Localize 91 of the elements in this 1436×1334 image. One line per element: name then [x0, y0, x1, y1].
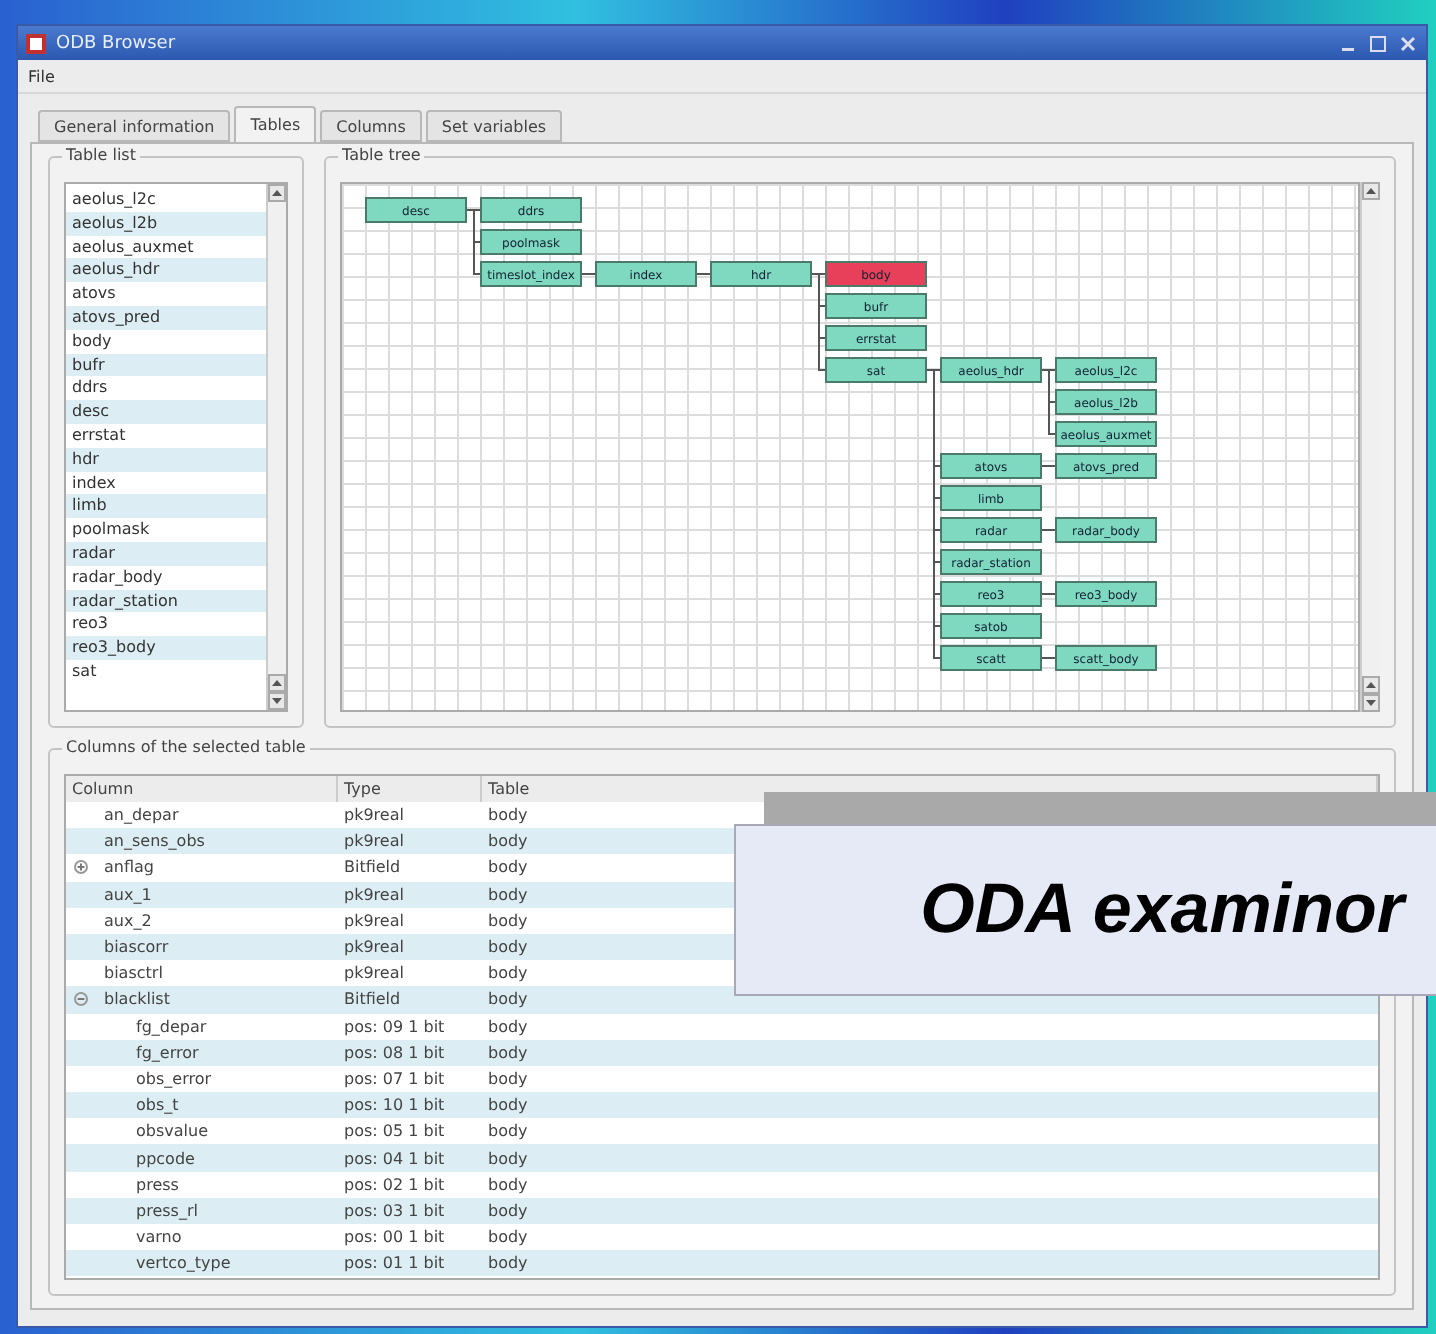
- table-cell-text: obsvalue: [136, 1120, 208, 1145]
- table-cell-text: press_rl: [136, 1199, 198, 1224]
- table-cell-text: body: [488, 883, 528, 908]
- tab[interactable]: Set variables: [425, 110, 563, 142]
- table-cell-text: body: [488, 1120, 528, 1145]
- table-cell-text: pos: 02 1 bit: [344, 1173, 445, 1198]
- scroll-down-icon[interactable]: [268, 692, 286, 710]
- table-cell-text: fg_depar: [136, 1015, 207, 1040]
- list-item[interactable]: aeolus_auxmet: [66, 235, 266, 259]
- table-cell-text: pos: 07 1 bit: [344, 1067, 445, 1092]
- table-cell-text: body: [488, 962, 528, 987]
- table-cell-text: pk9real: [344, 962, 404, 987]
- table-cell-text: pk9real: [344, 804, 404, 829]
- table-cell-text: pos: 10 1 bit: [344, 1094, 445, 1119]
- table-cell-text: pos: 05 1 bit: [344, 1120, 445, 1145]
- table-cell-text: pos: 00 1 bit: [344, 1226, 445, 1251]
- table-cell-text: an_depar: [104, 804, 179, 829]
- column-header[interactable]: Column: [66, 776, 338, 804]
- list-item[interactable]: radar_station: [66, 589, 266, 613]
- group-title: Table list: [62, 146, 140, 164]
- table-cell-text: aux_2: [104, 909, 152, 934]
- table-cell-text: pos: 01 1 bit: [344, 1252, 445, 1277]
- table-cell-text: pk9real: [344, 883, 404, 908]
- scroll-up-icon[interactable]: [268, 184, 286, 202]
- table-cell-text: pos: 04 1 bit: [344, 1147, 445, 1172]
- table-cell-text: body: [488, 1173, 528, 1198]
- table-cell-text: varno: [136, 1226, 182, 1251]
- close-icon[interactable]: [1398, 33, 1418, 53]
- table-cell-text: body: [488, 988, 528, 1013]
- scroll-up-icon[interactable]: [268, 674, 286, 692]
- table-cell-text: body: [488, 1067, 528, 1092]
- list-item[interactable]: aeolus_l2b: [66, 211, 266, 236]
- list-item[interactable]: bufr: [66, 353, 266, 377]
- table-cell-text: vertco_type: [136, 1252, 231, 1277]
- table-cell-text: body: [488, 1199, 528, 1224]
- scroll-up-icon[interactable]: [1362, 676, 1380, 694]
- scroll-up-icon[interactable]: [1362, 182, 1380, 200]
- table-cell-text: body: [488, 936, 528, 961]
- table-cell-text: body: [488, 1094, 528, 1119]
- list-item[interactable]: desc: [66, 400, 266, 424]
- scroll-down-icon[interactable]: [1362, 694, 1380, 712]
- table-cell-text: pos: 09 1 bit: [344, 1015, 445, 1040]
- list-item[interactable]: reo3_body: [66, 636, 266, 660]
- table-cell-text: pk9real: [344, 830, 404, 855]
- table-cell-text: Bitfield: [344, 988, 401, 1013]
- app-icon: [26, 33, 46, 53]
- tab[interactable]: Columns: [320, 110, 422, 142]
- table-cell-text: body: [488, 1015, 528, 1040]
- column-header[interactable]: Type: [338, 776, 482, 804]
- table-cell-text: body: [488, 1226, 528, 1251]
- table-cell-text: aux_1: [104, 883, 152, 908]
- table-cell-text: fg_error: [136, 1041, 199, 1066]
- table-cell-text: body: [488, 1252, 528, 1277]
- list-item[interactable]: atovs_pred: [66, 305, 266, 330]
- menu-item[interactable]: File: [28, 67, 55, 85]
- table-cell-text: body: [488, 1147, 528, 1172]
- caption-text: ODA examinor: [920, 870, 1404, 950]
- table-cell-text: body: [488, 856, 528, 881]
- list-item[interactable]: index: [66, 471, 266, 495]
- table-cell-text: pk9real: [344, 936, 404, 961]
- table-cell-text: pos: 08 1 bit: [344, 1041, 445, 1066]
- group-title: Table tree: [338, 146, 425, 164]
- table-cell-text: ppcode: [136, 1147, 195, 1172]
- window-title: ODB Browser: [56, 33, 178, 53]
- maximize-icon[interactable]: [1368, 33, 1388, 53]
- table-cell-text: anflag: [104, 856, 154, 881]
- list-item[interactable]: limb: [66, 494, 266, 519]
- list-item[interactable]: hdr: [66, 447, 266, 472]
- table-cell-text: biasctrl: [104, 962, 163, 987]
- table-cell-text: an_sens_obs: [104, 830, 205, 855]
- table-cell-text: pos: 03 1 bit: [344, 1199, 445, 1224]
- table-cell-text: blacklist: [104, 988, 170, 1013]
- list-item[interactable]: radar: [66, 541, 266, 566]
- group-title: Columns of the selected table: [62, 738, 310, 756]
- table-cell-text: body: [488, 909, 528, 934]
- table-cell-text: obs_error: [136, 1067, 212, 1092]
- tab[interactable]: Tables: [234, 106, 317, 142]
- list-item[interactable]: aeolus_hdr: [66, 258, 266, 283]
- table-cell-text: body: [488, 1041, 528, 1066]
- table-cell-text: pk9real: [344, 909, 404, 934]
- collapse-icon[interactable]: [74, 992, 88, 1007]
- expand-icon[interactable]: [74, 860, 88, 875]
- table-cell-text: body: [488, 830, 528, 855]
- table-cell-text: biascorr: [104, 936, 169, 961]
- scrollbar[interactable]: [266, 184, 286, 710]
- tab[interactable]: General information: [38, 110, 231, 142]
- table-cell-text: obs_t: [136, 1094, 179, 1119]
- table-cell-text: press: [136, 1173, 179, 1198]
- table-cell-text: Bitfield: [344, 856, 401, 881]
- table-cell-text: body: [488, 804, 528, 829]
- scrollbar[interactable]: [1360, 182, 1380, 712]
